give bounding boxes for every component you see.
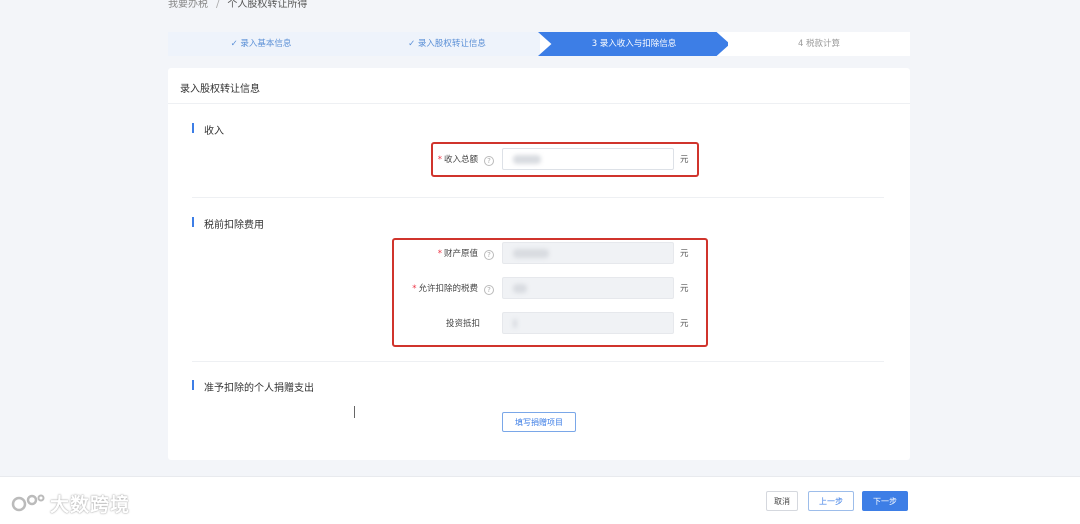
step-equity-transfer-info[interactable]: ✓ 录入股权转让信息 — [354, 32, 540, 56]
previous-step-button[interactable]: 上一步 — [808, 491, 854, 511]
section-divider — [192, 197, 884, 198]
section-title-income: 收入 — [192, 122, 224, 137]
watermark-text: 大数跨境 — [50, 494, 131, 516]
highlight-box-income — [431, 142, 699, 177]
section-title-pre-tax-deduction: 税前扣除费用 — [192, 216, 264, 231]
cancel-button[interactable]: 取消 — [766, 491, 798, 511]
highlight-box-deductions — [392, 238, 708, 347]
step-income-deduction-info: 3 录入收入与扣除信息 — [538, 32, 730, 56]
breadcrumb-parent[interactable]: 我要办税 — [168, 0, 208, 10]
watermark: 大数跨境 — [10, 490, 130, 518]
section-divider — [192, 361, 884, 362]
card-title: 录入股权转让信息 — [180, 84, 260, 95]
step-progress-bar: ✓ 录入基本信息 ✓ 录入股权转让信息 3 录入收入与扣除信息 4 税款计算 — [168, 32, 910, 56]
step-basic-info[interactable]: ✓ 录入基本信息 — [168, 32, 354, 56]
breadcrumb-separator: / — [216, 0, 220, 10]
footer-bar: 取消 上一步 下一步 — [0, 476, 1080, 524]
text-cursor — [354, 406, 355, 418]
fill-donation-button[interactable]: 填写捐赠项目 — [502, 412, 576, 432]
watermark-logo-icon — [10, 493, 46, 518]
breadcrumb-current: 个人股权转让所得 — [227, 0, 308, 10]
next-step-button[interactable]: 下一步 — [862, 491, 908, 511]
breadcrumb: 我要办税 / 个人股权转让所得 — [168, 0, 307, 10]
section-title-donation: 准予扣除的个人捐赠支出 — [192, 379, 314, 394]
card-divider — [168, 103, 910, 104]
step-tax-calculation: 4 税款计算 — [728, 32, 910, 56]
